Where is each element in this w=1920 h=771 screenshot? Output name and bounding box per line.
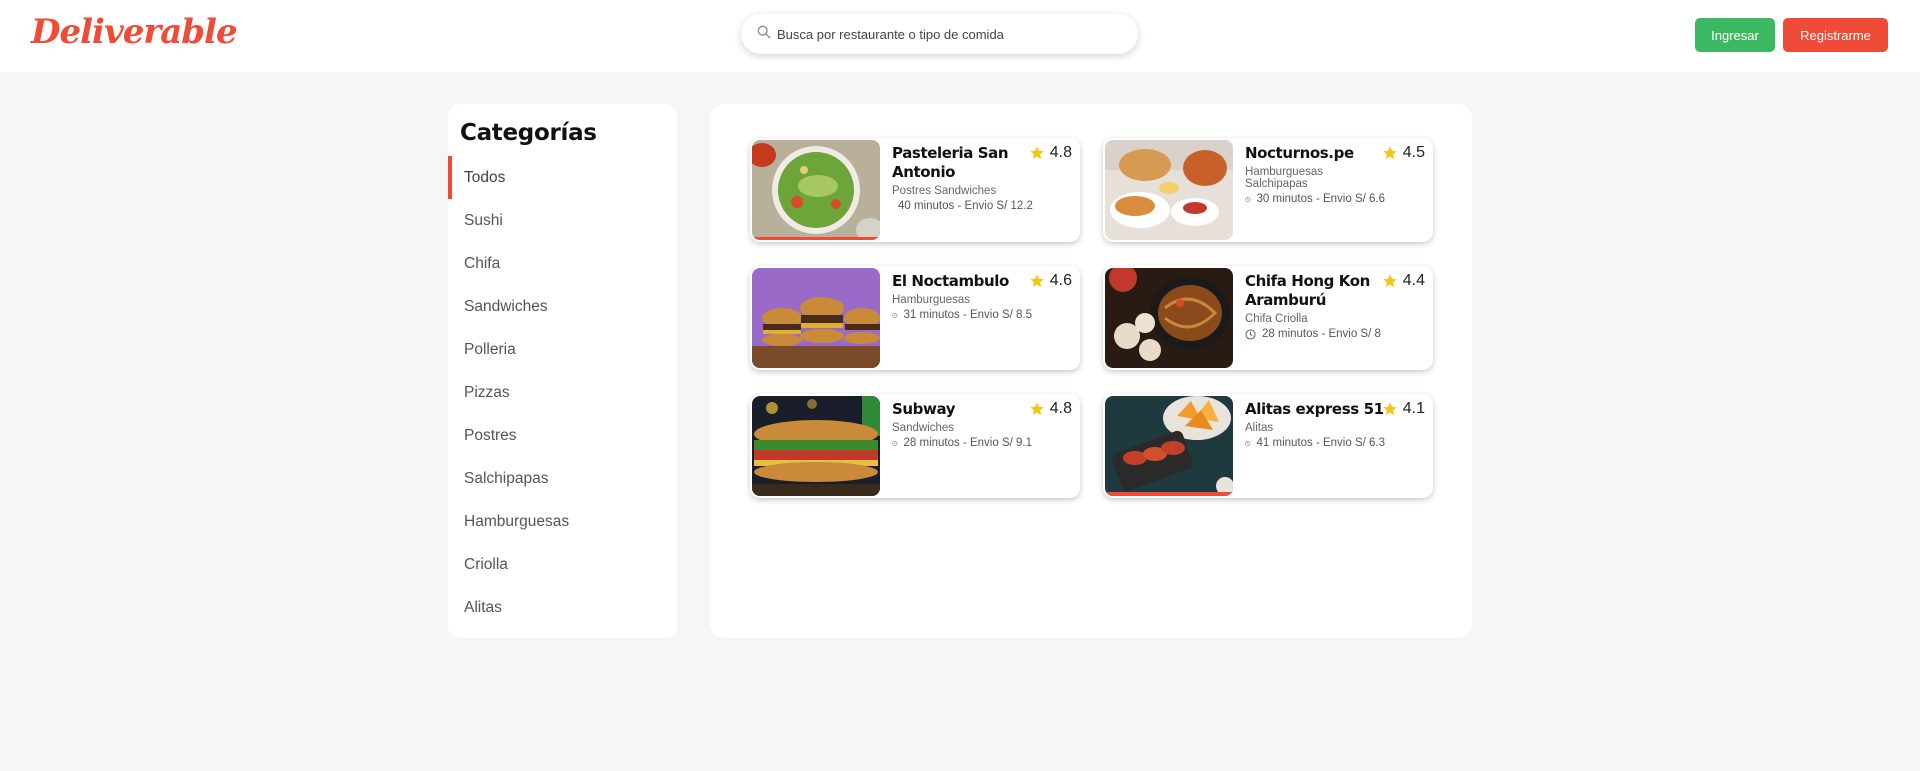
clock-icon [892,440,898,446]
restaurant-name: Pasteleria San Antonio [892,144,1009,181]
star-icon [1383,402,1397,416]
rating-value: 4.8 [1049,400,1072,417]
category-item-sushi[interactable]: Sushi [448,199,677,242]
delivery-text: 28 minutos - Envio S/ 8 [1262,328,1381,340]
restaurant-name: Nocturnos.pe [1245,144,1354,162]
logo[interactable]: Deliverable [31,12,238,52]
register-button[interactable]: Registrarme [1783,18,1888,52]
restaurant-name: Alitas express 51 [1245,400,1384,418]
category-item-criolla[interactable]: Criolla [448,543,677,586]
category-item-todos[interactable]: Todos [448,156,677,199]
category-item-hamburguesas[interactable]: Hamburguesas [448,500,677,543]
star-icon [1383,274,1397,288]
search-icon [757,25,771,44]
restaurant-name: Subway [892,400,956,418]
restaurant-card[interactable]: El Noctambulo Hamburguesas 31 minutos - … [750,266,1080,370]
categories-sidebar: Categorías Todos Sushi Chifa Sandwiches … [448,104,677,638]
rating: 4.8 [1029,144,1072,162]
rating-value: 4.4 [1402,272,1425,289]
restaurant-image [1105,396,1233,496]
delivery-info: 28 minutos - Envio S/ 8 [1245,328,1385,340]
restaurant-card[interactable]: Pasteleria San Antonio Postres Sandwiche… [750,138,1080,242]
category-item-salchipapas[interactable]: Salchipapas [448,457,677,500]
restaurant-tags: Chifa Criolla [1245,313,1308,325]
restaurant-card[interactable]: Chifa Hong Kon Aramburú Chifa Criolla 28… [1103,266,1433,370]
rating: 4.4 [1382,272,1425,290]
category-item-sandwiches[interactable]: Sandwiches [448,285,677,328]
delivery-info: 30 minutos - Envio S/ 6.6 [1245,193,1385,205]
star-icon [1030,146,1044,160]
delivery-text: 31 minutos - Envio S/ 8.5 [903,309,1032,321]
star-icon [1030,274,1044,288]
restaurant-card[interactable]: Subway Sandwiches 28 minutos - Envio S/ … [750,394,1080,498]
delivery-info: 41 minutos - Envio S/ 6.3 [1245,437,1385,449]
restaurant-image [1105,268,1233,368]
clock-icon [1245,440,1251,446]
category-item-chifa[interactable]: Chifa [448,242,677,285]
restaurant-card[interactable]: Alitas express 51 Alitas 41 minutos - En… [1103,394,1433,498]
star-icon [1383,146,1397,160]
rating: 4.5 [1382,144,1425,162]
delivery-info: 28 minutos - Envio S/ 9.1 [892,437,1032,449]
restaurant-name: Chifa Hong Kon Aramburú [1245,272,1370,309]
categories-title: Categorías [460,120,597,146]
restaurants-panel: Pasteleria San Antonio Postres Sandwiche… [710,104,1472,638]
clock-icon [892,312,898,318]
restaurant-tags: Hamburguesas [892,294,970,306]
category-item-pizzas[interactable]: Pizzas [448,371,677,414]
delivery-text: 41 minutos - Envio S/ 6.3 [1256,437,1385,449]
rating: 4.6 [1029,272,1072,290]
restaurant-tags: Hamburguesas Salchipapas [1245,166,1323,190]
restaurant-tags: Postres Sandwiches [892,185,997,197]
top-header: Deliverable Ingresar Registrarme [0,0,1920,72]
restaurant-tags: Alitas [1245,422,1274,434]
rating-value: 4.6 [1049,272,1072,289]
delivery-info: 40 minutos - Envio S/ 12.2 [892,200,1033,212]
restaurant-card[interactable]: Nocturnos.pe Hamburguesas Salchipapas 30… [1103,138,1433,242]
restaurant-image [1105,140,1233,240]
search-input[interactable] [777,26,1117,42]
rating-value: 4.1 [1402,400,1425,417]
clock-icon [1245,328,1256,340]
restaurant-image [752,396,880,496]
search-bar[interactable] [741,14,1138,54]
restaurant-tags: Sandwiches [892,422,955,434]
clock-icon [1245,196,1251,202]
rating-value: 4.5 [1402,144,1425,161]
category-item-postres[interactable]: Postres [448,414,677,457]
category-item-alitas[interactable]: Alitas [448,586,677,629]
rating: 4.1 [1382,400,1425,418]
rating: 4.8 [1029,400,1072,418]
restaurant-image [752,140,880,240]
restaurant-name: El Noctambulo [892,272,1009,290]
star-icon [1030,402,1044,416]
rating-value: 4.8 [1049,144,1072,161]
login-button[interactable]: Ingresar [1695,18,1775,52]
delivery-text: 40 minutos - Envio S/ 12.2 [898,200,1033,212]
delivery-text: 28 minutos - Envio S/ 9.1 [903,437,1032,449]
delivery-text: 30 minutos - Envio S/ 6.6 [1256,193,1385,205]
restaurant-image [752,268,880,368]
delivery-info: 31 minutos - Envio S/ 8.5 [892,309,1032,321]
category-item-polleria[interactable]: Polleria [448,328,677,371]
